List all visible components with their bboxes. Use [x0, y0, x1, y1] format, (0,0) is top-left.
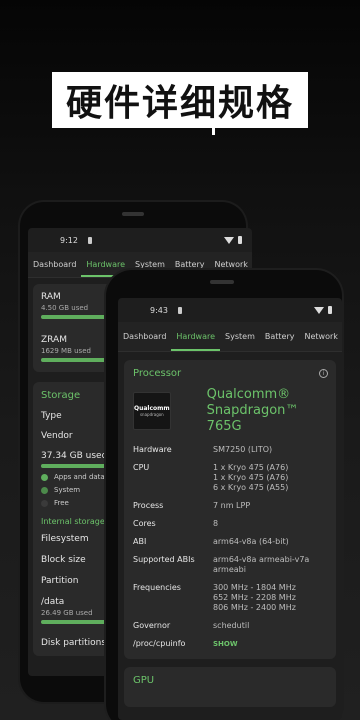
spec-key: Governor [133, 621, 171, 630]
processor-card: Processor i Qualcomm snapdragon Qualcomm… [124, 360, 336, 659]
status-bar: 9:12 [28, 228, 252, 252]
spec-value: schedutil [213, 621, 250, 630]
info-icon[interactable]: i [319, 369, 328, 378]
qualcomm-logo-icon: Qualcomm snapdragon [133, 392, 171, 430]
battery-icon [238, 236, 242, 244]
spec-row-cpuinfo: /proc/cpuinfo SHOW [133, 639, 327, 649]
banner-mark [212, 128, 215, 135]
spec-key: Cores [133, 519, 156, 528]
spec-row-cores: Cores 8 [133, 519, 327, 529]
battery-saver-icon [87, 236, 92, 244]
front-phone-screen: 9:43 Dashboard Hardware System Battery N… [118, 298, 342, 720]
tab-dashboard[interactable]: Dashboard [28, 252, 81, 277]
gpu-title: GPU [133, 675, 155, 686]
legend-label: System [54, 486, 81, 494]
spec-key: Process [133, 501, 164, 510]
gpu-card: GPU [124, 667, 336, 707]
legend-dot [41, 499, 48, 507]
logo-subtext: snapdragon [139, 412, 164, 417]
spec-value: arm64-v8a (64-bit) [213, 537, 289, 546]
spec-value: SM7250 (LITO) [213, 445, 273, 454]
legend-label: Apps and data [54, 473, 105, 481]
status-time: 9:12 [60, 235, 78, 245]
tab-hardware[interactable]: Hardware [171, 322, 220, 351]
front-phone-speaker [210, 280, 234, 284]
spec-row-governor: Governor schedutil [133, 621, 327, 631]
chip-name-line2: Snapdragon™ 765G [206, 403, 299, 434]
chip-name-line1: Qualcomm® [206, 387, 291, 402]
wifi-icon [224, 236, 234, 244]
status-bar: 9:43 [118, 298, 342, 322]
spec-value: arm64-v8a armeabi-v7a armeabi [213, 555, 310, 574]
spec-key: ABI [133, 537, 147, 546]
spec-row-supported-abis: Supported ABIs arm64-v8a armeabi-v7a arme… [133, 555, 327, 575]
spec-row-process: Process 7 nm LPP [133, 501, 327, 511]
tab-network[interactable]: Network [299, 322, 342, 351]
tab-system[interactable]: System [220, 322, 260, 351]
spec-value: 7 nm LPP [213, 501, 251, 510]
spec-key: Hardware [133, 445, 172, 454]
spec-key: /proc/cpuinfo [133, 639, 186, 648]
legend-label: Free [54, 499, 69, 507]
spec-key: Frequencies [133, 583, 181, 592]
spec-row-abi: ABI arm64-v8a (64-bit) [133, 537, 327, 547]
logo-text: Qualcomm [134, 405, 170, 412]
tab-bar: Dashboard Hardware System Battery Networ… [118, 322, 342, 352]
spec-value: 300 MHz - 1804 MHz 652 MHz - 2208 MHz 80… [213, 583, 296, 612]
battery-saver-icon [177, 306, 182, 314]
headline-banner: 硬件详细规格 [52, 72, 308, 128]
spec-value: 8 [213, 519, 219, 528]
status-time: 9:43 [150, 305, 168, 315]
tab-battery[interactable]: Battery [260, 322, 300, 351]
battery-icon [328, 306, 332, 314]
processor-title: Processor [133, 368, 182, 379]
spec-key: CPU [133, 463, 150, 472]
tab-dashboard[interactable]: Dashboard [118, 322, 171, 351]
spec-row-hardware: Hardware SM7250 (LITO) [133, 445, 327, 455]
spec-value: 1 x Kryo 475 (A76) 1 x Kryo 475 (A76) 6 … [213, 463, 289, 492]
spec-row-frequencies: Frequencies 300 MHz - 1804 MHz 652 MHz - … [133, 583, 327, 613]
legend-dot [41, 486, 48, 494]
spec-row-cpu: CPU 1 x Kryo 475 (A76) 1 x Kryo 475 (A76)… [133, 463, 327, 493]
legend-dot [41, 473, 48, 481]
wifi-icon [314, 306, 324, 314]
back-phone-speaker [122, 212, 144, 216]
show-cpuinfo-button[interactable]: SHOW [213, 639, 238, 649]
spec-key: Supported ABIs [133, 555, 195, 564]
